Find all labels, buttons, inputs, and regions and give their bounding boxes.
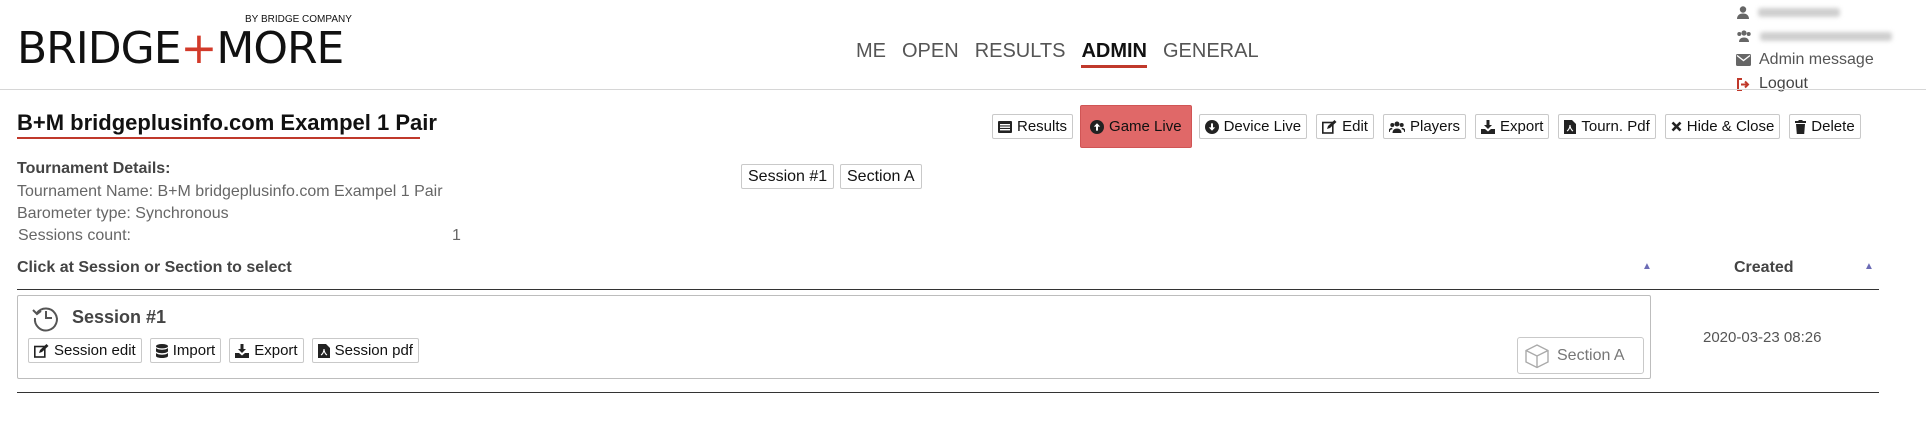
user-group-redacted bbox=[1760, 31, 1892, 41]
file-pdf-icon bbox=[1564, 119, 1577, 134]
sessions-count-value: 1 bbox=[452, 227, 461, 244]
hide-close-button-label: Hide & Close bbox=[1686, 118, 1775, 135]
nav-me[interactable]: ME bbox=[856, 40, 886, 68]
download-icon bbox=[1481, 119, 1496, 134]
device-live-button[interactable]: Device Live bbox=[1198, 114, 1308, 139]
delete-button-label: Delete bbox=[1811, 118, 1855, 135]
session-title: Session #1 bbox=[72, 307, 167, 327]
barometer-type-line: Barometer type: Synchronous bbox=[17, 205, 229, 222]
logo-plus: + bbox=[180, 23, 218, 74]
section-selector-chip[interactable]: Section A bbox=[840, 164, 922, 189]
table-bottom-divider bbox=[17, 392, 1879, 393]
created-column-header[interactable]: Created bbox=[1734, 259, 1794, 277]
list-icon bbox=[998, 120, 1012, 133]
session-edit-label: Session edit bbox=[54, 342, 136, 359]
game-live-button-label: Game Live bbox=[1109, 118, 1182, 135]
circle-arrow-down-icon bbox=[1204, 119, 1219, 134]
nav-admin[interactable]: ADMIN bbox=[1081, 40, 1147, 68]
sort-arrow-created[interactable]: ▲ bbox=[1864, 261, 1874, 272]
session-column-header[interactable]: Click at Session or Section to select bbox=[17, 259, 292, 277]
database-icon bbox=[155, 343, 168, 358]
session-pdf-button[interactable]: Session pdf bbox=[311, 338, 419, 363]
table-header-divider bbox=[17, 289, 1879, 290]
file-pdf-icon bbox=[317, 343, 330, 358]
user-group-row[interactable] bbox=[1736, 24, 1892, 48]
results-button[interactable]: Results bbox=[992, 114, 1074, 139]
export-button-label: Export bbox=[1500, 118, 1544, 135]
user-name-redacted bbox=[1758, 7, 1840, 17]
session-pdf-label: Session pdf bbox=[334, 342, 413, 359]
admin-message-link[interactable]: Admin message bbox=[1736, 48, 1892, 72]
session-edit-button[interactable]: Session edit bbox=[28, 338, 142, 363]
section-a-label: Section A bbox=[1557, 346, 1625, 364]
tourn-pdf-button-label: Tourn. Pdf bbox=[1581, 118, 1650, 135]
users-icon bbox=[1737, 30, 1751, 42]
trash-icon bbox=[1795, 119, 1807, 134]
session-export-label: Export bbox=[254, 342, 298, 359]
admin-message-label: Admin message bbox=[1759, 51, 1874, 68]
user-name-row[interactable] bbox=[1736, 0, 1892, 24]
cube-icon bbox=[1525, 343, 1549, 368]
tournament-name-line: Tournament Name: B+M bridgeplusinfo.com … bbox=[17, 183, 443, 200]
players-button[interactable]: Players bbox=[1382, 114, 1467, 139]
edit-icon bbox=[34, 343, 49, 358]
tournament-toolbar: Results Game Live Device Live Edit Playe… bbox=[992, 105, 1870, 148]
created-date: 2020-03-23 08:26 bbox=[1703, 329, 1822, 346]
users-icon bbox=[1388, 121, 1405, 133]
header-divider bbox=[0, 89, 1926, 90]
user-menu: Admin message Logout bbox=[1736, 0, 1892, 96]
device-live-button-label: Device Live bbox=[1223, 118, 1302, 135]
nav-general[interactable]: GENERAL bbox=[1163, 40, 1259, 68]
sort-arrow-session[interactable]: ▲ bbox=[1642, 261, 1652, 272]
title-underline bbox=[17, 137, 420, 139]
main-nav: ME OPEN RESULTS ADMIN GENERAL bbox=[856, 40, 1275, 68]
edit-button[interactable]: Edit bbox=[1316, 114, 1374, 139]
session-actions: Session edit Import Export Session pdf bbox=[28, 338, 427, 363]
import-label: Import bbox=[172, 342, 216, 359]
nav-results[interactable]: RESULTS bbox=[975, 40, 1066, 68]
sessions-count-label: Sessions count: bbox=[18, 227, 131, 244]
session-card[interactable] bbox=[17, 295, 1651, 379]
edit-button-label: Edit bbox=[1342, 118, 1368, 135]
logout-link[interactable]: Logout bbox=[1736, 72, 1892, 96]
edit-icon bbox=[1322, 119, 1337, 134]
envelope-icon bbox=[1736, 54, 1751, 66]
delete-button[interactable]: Delete bbox=[1789, 114, 1861, 139]
page-title: B+M bridgeplusinfo.com Exampel 1 Pair bbox=[17, 110, 437, 135]
logout-label: Logout bbox=[1759, 75, 1808, 92]
nav-open[interactable]: OPEN bbox=[902, 40, 959, 68]
history-clock-icon bbox=[32, 307, 58, 332]
results-button-label: Results bbox=[1017, 118, 1068, 135]
section-a-button[interactable]: Section A bbox=[1517, 337, 1644, 374]
tourn-pdf-button[interactable]: Tourn. Pdf bbox=[1558, 114, 1656, 139]
circle-arrow-up-icon bbox=[1090, 119, 1105, 134]
logo-text-bridge: BRIDGE bbox=[17, 23, 182, 74]
user-icon bbox=[1737, 6, 1749, 19]
download-icon bbox=[235, 343, 250, 358]
logo-text-more: MORE bbox=[216, 23, 344, 74]
export-button[interactable]: Export bbox=[1475, 114, 1550, 139]
game-live-button[interactable]: Game Live bbox=[1080, 105, 1192, 148]
tournament-details-heading: Tournament Details: bbox=[17, 160, 171, 177]
players-button-label: Players bbox=[1409, 118, 1461, 135]
hide-close-button[interactable]: Hide & Close bbox=[1664, 114, 1781, 139]
session-selector-chip[interactable]: Session #1 bbox=[741, 164, 835, 189]
close-icon bbox=[1671, 121, 1682, 132]
session-export-button[interactable]: Export bbox=[229, 338, 304, 363]
import-button[interactable]: Import bbox=[149, 338, 222, 363]
